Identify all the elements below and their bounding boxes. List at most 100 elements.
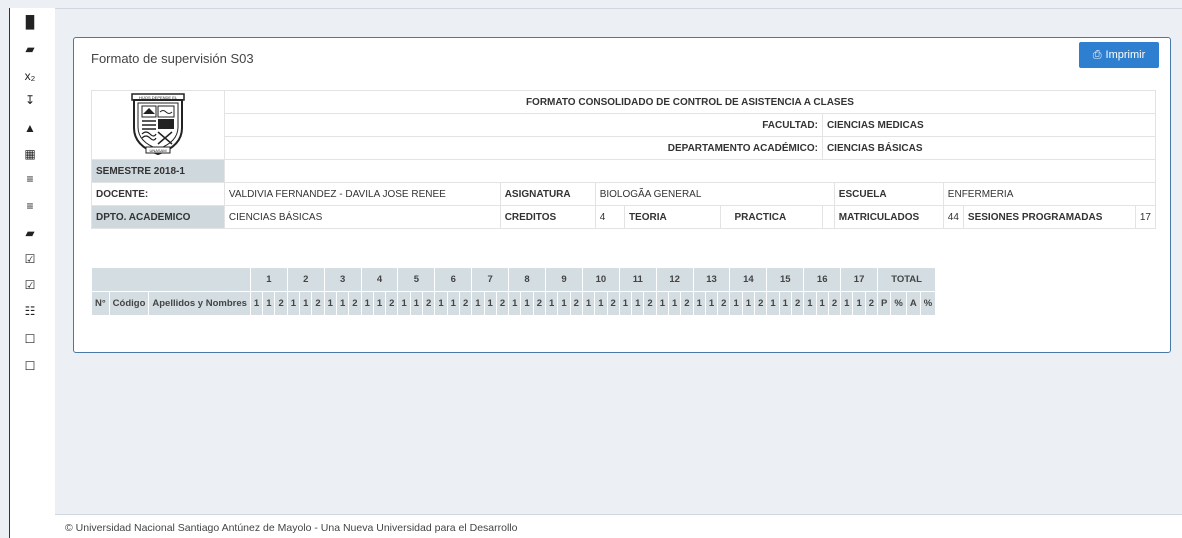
header-table: HIJOS DEPENDE EL UNASAM FORMATO CONSOLID… bbox=[91, 90, 1157, 229]
bar-chart-icon[interactable]: ▐▌ bbox=[22, 14, 39, 30]
week-header: 6 bbox=[434, 267, 473, 292]
session-subheader: 1 bbox=[508, 291, 522, 316]
list-icon[interactable]: ≡ bbox=[22, 171, 38, 187]
total-subheader: % bbox=[890, 291, 907, 316]
checkbox-icon[interactable]: ☑ bbox=[22, 277, 38, 293]
practica-label: PRACTICA bbox=[719, 205, 823, 229]
print-button[interactable]: ⎙ Imprimir bbox=[1079, 42, 1159, 68]
session-subheader: 1 bbox=[434, 291, 448, 316]
session-subheader: 2 bbox=[532, 291, 547, 316]
session-subheader: 1 bbox=[286, 291, 301, 316]
session-subheader: 1 bbox=[335, 291, 350, 316]
session-subheader: 1 bbox=[852, 291, 866, 316]
semestre-label: SEMESTRE 2018-1 bbox=[91, 159, 225, 183]
week-header: 9 bbox=[545, 267, 583, 292]
session-subheader: 1 bbox=[581, 291, 596, 316]
table-icon[interactable]: ☷ bbox=[22, 303, 38, 319]
sub-header-row: N° Código Apellidos y Nombres 1121121121… bbox=[91, 291, 937, 316]
session-subheader: 1 bbox=[299, 291, 313, 316]
week-header: 12 bbox=[655, 267, 694, 292]
list-icon[interactable]: ≡ bbox=[22, 198, 38, 214]
session-subheader: 1 bbox=[667, 291, 682, 316]
sidebar: ▐▌ ▰ x₂ ↧ ▲ ▦ ≡ ≡ ▰ ☑ ☑ ☷ ☐ ☐ bbox=[9, 8, 55, 538]
creditos-value: 4 bbox=[594, 205, 625, 229]
session-subheader: 1 bbox=[815, 291, 829, 316]
lock-icon[interactable]: ▲ bbox=[22, 120, 38, 136]
session-subheader: 1 bbox=[249, 291, 264, 316]
attendance-blank-header bbox=[91, 267, 251, 292]
session-subheader: 1 bbox=[360, 291, 374, 316]
session-subheader: 1 bbox=[323, 291, 337, 316]
asignatura-label: ASIGNATURA bbox=[499, 182, 596, 206]
attendance-table: 1 2 3 4 5 6 7 8 9 10 11 12 13 14 15 16 17 TOTAL N° Código… bbox=[91, 267, 937, 316]
practica-value bbox=[821, 205, 835, 229]
session-subheader: 1 bbox=[372, 291, 387, 316]
panel-title: Formato de supervisión S03 bbox=[91, 51, 254, 66]
session-subheader: 2 bbox=[790, 291, 805, 316]
creditos-label: CREDITOS bbox=[499, 205, 596, 229]
session-subheader: 2 bbox=[458, 291, 473, 316]
session-subheader: 2 bbox=[717, 291, 731, 316]
checkbox-icon[interactable]: ☑ bbox=[22, 251, 38, 267]
sort-numeric-icon[interactable]: ↧ bbox=[22, 92, 38, 108]
facultad-value: CIENCIAS MEDICAS bbox=[821, 113, 1157, 137]
session-subheader: 1 bbox=[631, 291, 645, 316]
session-subheader: 2 bbox=[311, 291, 325, 316]
session-subheader: 2 bbox=[606, 291, 620, 316]
session-subheader: 2 bbox=[495, 291, 510, 316]
week-header-row: 1 2 3 4 5 6 7 8 9 10 11 12 13 14 15 16 17 TOTAL bbox=[91, 267, 937, 292]
week-header: 16 bbox=[803, 267, 842, 292]
session-subheader: 2 bbox=[385, 291, 399, 316]
subscript-icon[interactable]: x₂ bbox=[22, 68, 38, 84]
session-subheader: 1 bbox=[471, 291, 485, 316]
main-content: Formato de supervisión S03 ⎙ Imprimir HI… bbox=[55, 8, 1182, 538]
sesiones-value: 17 bbox=[1134, 205, 1157, 229]
session-subheader: 2 bbox=[754, 291, 768, 316]
session-subheader: 1 bbox=[741, 291, 756, 316]
facultad-label: FACULTAD: bbox=[223, 113, 823, 137]
week-header: 13 bbox=[692, 267, 731, 292]
supervision-panel: Formato de supervisión S03 ⎙ Imprimir HI… bbox=[73, 37, 1171, 353]
session-subheader: 1 bbox=[778, 291, 792, 316]
col-codigo: Código bbox=[108, 291, 150, 316]
print-icon: ⎙ bbox=[1092, 48, 1102, 61]
session-subheader: 2 bbox=[569, 291, 583, 316]
session-subheader: 2 bbox=[680, 291, 694, 316]
week-header: 1 bbox=[249, 267, 288, 292]
file-icon[interactable]: ☐ bbox=[22, 331, 38, 347]
week-header: 14 bbox=[729, 267, 768, 292]
session-subheader: 1 bbox=[397, 291, 411, 316]
book-icon[interactable]: ▰ bbox=[22, 225, 38, 241]
dpto-label: DPTO. ACADEMICO bbox=[91, 205, 225, 229]
total-header: TOTAL bbox=[877, 267, 937, 292]
total-subheader: P bbox=[877, 291, 892, 316]
week-header: 10 bbox=[581, 267, 620, 292]
week-header: 2 bbox=[286, 267, 325, 292]
session-subheader: 2 bbox=[643, 291, 657, 316]
matriculados-value: 44 bbox=[942, 205, 964, 229]
session-subheader: 2 bbox=[274, 291, 288, 316]
teoria-label: TEORIA bbox=[623, 205, 721, 229]
escuela-value: ENFERMERIA bbox=[942, 182, 1157, 206]
matriculados-label: MATRICULADOS bbox=[833, 205, 944, 229]
session-subheader: 1 bbox=[766, 291, 780, 316]
session-subheader: 1 bbox=[655, 291, 669, 316]
session-subheader: 1 bbox=[594, 291, 608, 316]
week-header: 7 bbox=[471, 267, 510, 292]
week-header: 4 bbox=[360, 267, 399, 292]
session-subheader: 2 bbox=[422, 291, 436, 316]
session-subheader: 1 bbox=[483, 291, 497, 316]
col-n: N° bbox=[91, 291, 110, 316]
file-icon[interactable]: ☐ bbox=[22, 358, 38, 374]
week-header: 8 bbox=[508, 267, 547, 292]
semestre-empty bbox=[223, 159, 1157, 183]
calendar-icon[interactable]: ▦ bbox=[22, 146, 38, 162]
week-header: 3 bbox=[323, 267, 362, 292]
print-button-label: Imprimir bbox=[1105, 49, 1146, 61]
session-subheader: 2 bbox=[864, 291, 879, 316]
book-icon[interactable]: ▰ bbox=[22, 41, 38, 57]
session-subheader: 2 bbox=[348, 291, 362, 316]
dpto-value: CIENCIAS BÁSICAS bbox=[223, 205, 501, 229]
week-header: 17 bbox=[840, 267, 879, 292]
depto-label: DEPARTAMENTO ACADÉMICO: bbox=[223, 136, 823, 160]
